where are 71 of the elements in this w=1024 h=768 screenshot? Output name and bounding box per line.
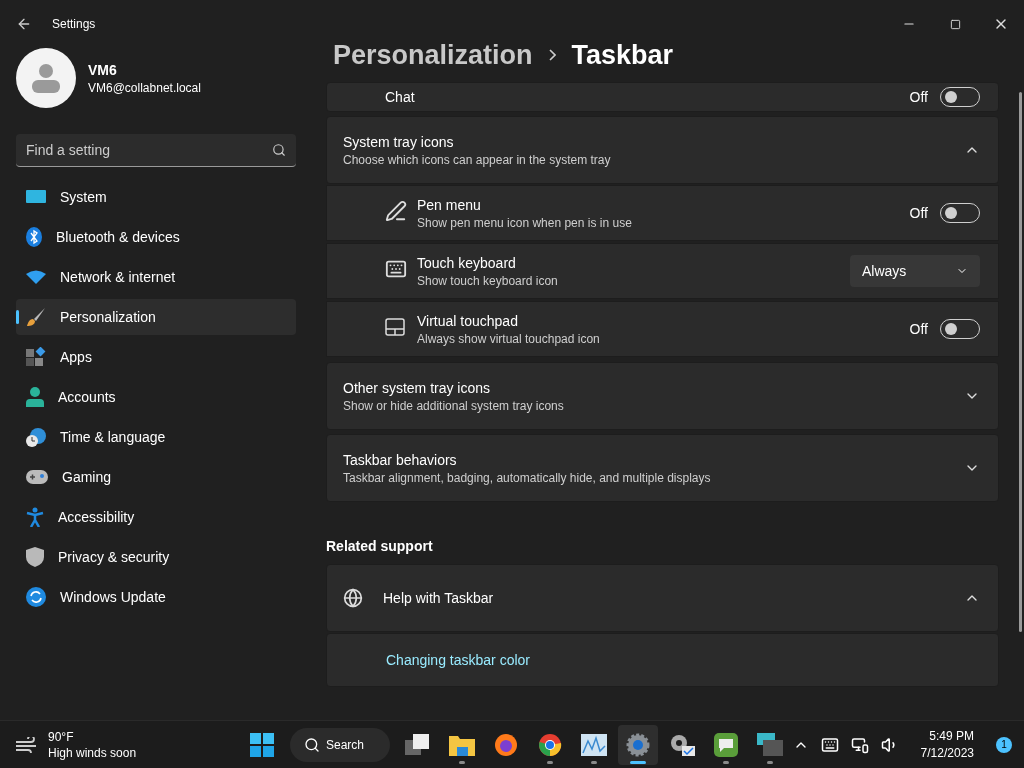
expander-header[interactable]: System tray icons Choose which icons can appear in the system tray: [326, 116, 999, 184]
setting-label: Touch keyboard: [417, 254, 517, 271]
update-icon: [26, 587, 46, 607]
touchpad-icon: [385, 318, 405, 336]
apps-icon: [26, 347, 46, 367]
dropdown[interactable]: Always: [850, 255, 980, 287]
network-icon[interactable]: [850, 735, 869, 754]
setting-title: System tray icons: [343, 133, 455, 150]
globe-clock-icon: [26, 427, 46, 447]
setting-description: Show touch keyboard icon: [417, 273, 559, 288]
avatar: [16, 48, 76, 108]
accessibility-icon: [26, 507, 44, 527]
setting-description: Choose which icons can appear in the system tray: [343, 152, 612, 167]
clock-date[interactable]: 7/12/2023: [920, 746, 974, 760]
nav-item[interactable]: Bluetooth & devices: [16, 219, 296, 255]
globe-icon: [343, 588, 363, 608]
toggle-state-label: Off: [909, 89, 928, 105]
keyboard-icon[interactable]: [820, 735, 839, 754]
windows-logo-icon: [250, 732, 274, 757]
nav-item[interactable]: Gaming: [16, 459, 296, 495]
setting-title: Other system tray icons: [343, 379, 492, 396]
nav-item[interactable]: Time & language: [16, 419, 296, 455]
chevron-right-icon: [548, 49, 556, 61]
display-icon: [26, 189, 46, 205]
setting-description: Taskbar alignment, badging, automatically hide, and multiple displays: [343, 470, 712, 485]
expander-header[interactable]: Taskbar behaviors Taskbar alignment, badging, automatically hide, and multiple displays: [326, 434, 999, 502]
setting-description: Show or hide additional system tray icons: [343, 398, 565, 413]
search-icon: [272, 143, 286, 157]
help-link[interactable]: Changing taskbar color: [386, 652, 530, 668]
search-field[interactable]: Find a setting: [16, 134, 296, 167]
page-title: Taskbar: [571, 39, 674, 71]
weather-temperature: 90°F: [48, 729, 75, 744]
section-heading: Related support: [326, 538, 434, 554]
nav-item[interactable]: Network & internet: [16, 259, 296, 295]
setting-title: Help with Taskbar: [383, 590, 495, 606]
setting-label: Virtual touchpad: [417, 312, 519, 329]
setting-description: Always show virtual touchpad icon: [417, 331, 601, 346]
weather-forecast: High winds soon: [48, 745, 137, 760]
nav-item[interactable]: Accounts: [16, 379, 296, 415]
nav-item[interactable]: Privacy & security: [16, 539, 296, 575]
expander-header[interactable]: Other system tray icons Show or hide additional system tray icons: [326, 362, 999, 430]
toggle-state-label: Off: [909, 205, 928, 221]
setting-title: Taskbar behaviors: [343, 451, 458, 468]
taskbar-search[interactable]: Search: [290, 727, 390, 762]
nav-item[interactable]: Personalization: [16, 299, 296, 335]
notification-badge[interactable]: 1: [996, 736, 1012, 753]
expander-header[interactable]: Help with Taskbar: [326, 564, 999, 632]
gear-icon[interactable]: [618, 724, 658, 765]
shield-icon: [26, 547, 44, 567]
nav-item[interactable]: System: [16, 179, 296, 215]
back-icon[interactable]: [16, 16, 32, 32]
gamepad-icon: [26, 470, 48, 484]
nav-item[interactable]: Apps: [16, 339, 296, 375]
clock-time[interactable]: 5:49 PM: [929, 729, 974, 743]
bluetooth-icon: [26, 227, 42, 247]
breadcrumb-link[interactable]: Personalization: [333, 39, 533, 71]
search-icon: [304, 736, 320, 753]
user-email: VM6@collabnet.local: [88, 80, 201, 95]
window-title: Settings: [52, 17, 96, 31]
wifi-icon: [26, 270, 46, 284]
nav-item[interactable]: Windows Update: [16, 579, 296, 615]
setting-label: Pen menu: [417, 196, 482, 213]
setting-label: Chat: [385, 89, 416, 105]
keyboard-icon: [385, 258, 407, 280]
nav-item[interactable]: Accessibility: [16, 499, 296, 535]
setting-description: Show pen menu icon when pen is in use: [417, 215, 633, 230]
person-icon: [26, 387, 44, 407]
restore-icon: [949, 18, 961, 30]
pen-icon: [385, 200, 407, 222]
user-name: VM6: [88, 61, 118, 78]
toggle-state-label: Off: [909, 321, 928, 337]
